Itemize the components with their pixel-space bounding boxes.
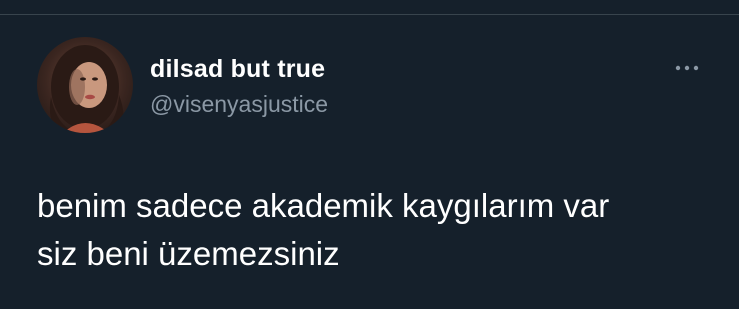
author-handle[interactable]: @visenyasjustice (150, 90, 328, 118)
more-options-button[interactable] (672, 58, 702, 78)
avatar-photo-icon (49, 45, 124, 133)
tweet-screenshot: dilsad but true @visenyasjustice benim s… (0, 0, 739, 309)
divider (0, 14, 739, 15)
tweet-text: benim sadece akademik kaygılarım var siz… (37, 187, 610, 272)
ellipsis-icon (675, 65, 699, 71)
avatar[interactable] (37, 37, 133, 133)
author-display-name[interactable]: dilsad but true (150, 54, 325, 84)
